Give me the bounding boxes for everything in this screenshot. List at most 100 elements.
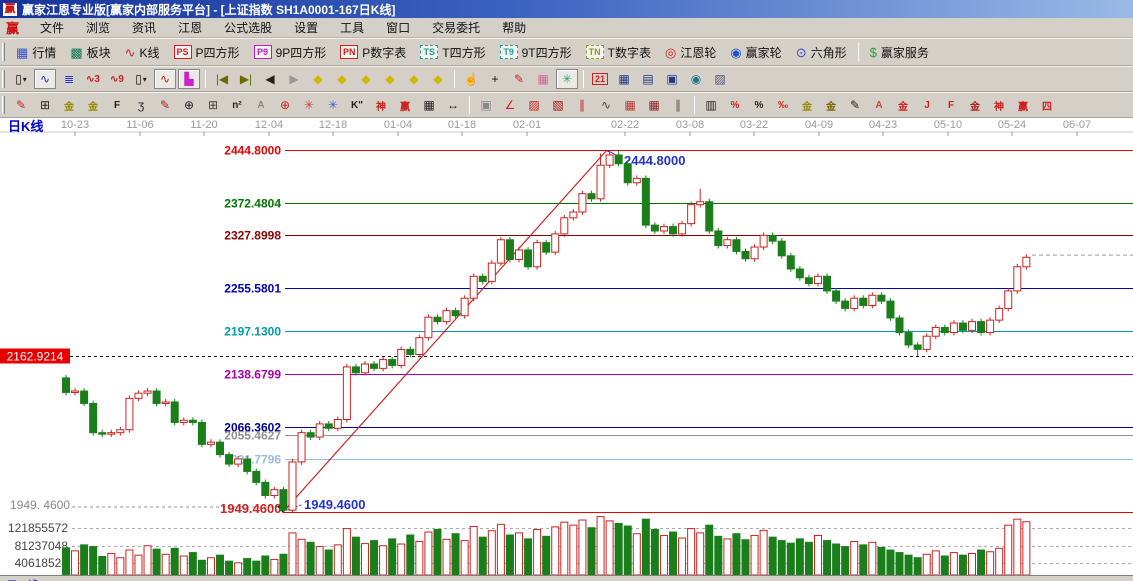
- sector-blocks-button[interactable]: ▩板块: [63, 40, 117, 64]
- 9p-square-button[interactable]: P99P四方形: [247, 40, 334, 64]
- zigzag-lines-button[interactable]: ∿: [595, 95, 617, 115]
- calculator-button[interactable]: ▦: [613, 69, 635, 89]
- pencil-tool-button[interactable]: ✎: [10, 95, 32, 115]
- gold-angle2-button[interactable]: 金: [964, 95, 986, 115]
- web-red-button[interactable]: ✳: [298, 95, 320, 115]
- menu-item-4[interactable]: 江恩: [167, 17, 213, 38]
- a-wave-button[interactable]: A: [868, 95, 890, 115]
- wave-3-button[interactable]: ∿3: [82, 69, 104, 89]
- angle-a-button[interactable]: A: [250, 95, 272, 115]
- market-quotes-button[interactable]: ▦行情: [9, 40, 63, 64]
- kline-chart-canvas[interactable]: 10-2311-0611-2012-0412-1801-0401-1802-01…: [0, 118, 1133, 575]
- zoom-reset-button[interactable]: ◆: [427, 69, 449, 89]
- winner-service-button[interactable]: $赢家服务: [863, 40, 936, 64]
- menu-item-10[interactable]: 帮助: [491, 17, 537, 38]
- percent-red-button[interactable]: %: [724, 95, 746, 115]
- 9t-square-button[interactable]: T99T四方形: [493, 40, 579, 64]
- f-angle-button[interactable]: F: [940, 95, 962, 115]
- draw-line-button[interactable]: ✎: [508, 69, 530, 89]
- fan-box-button[interactable]: ▨: [523, 95, 545, 115]
- scroll-right-button[interactable]: ▶: [283, 69, 305, 89]
- wave-9-button[interactable]: ∿9: [106, 69, 128, 89]
- j-angle-button[interactable]: J: [916, 95, 938, 115]
- menu-item-8[interactable]: 窗口: [375, 17, 421, 38]
- circle-cycle-button[interactable]: ⊕: [178, 95, 200, 115]
- export-button[interactable]: ▨: [709, 69, 731, 89]
- gold-circle-button[interactable]: 金: [796, 95, 818, 115]
- red-grid-button[interactable]: ▦: [619, 95, 641, 115]
- gann-circle-button[interactable]: ⊕: [274, 95, 296, 115]
- candle-type-dropdown[interactable]: ▯▾: [10, 69, 32, 89]
- menu-item-5[interactable]: 公式选股: [213, 17, 283, 38]
- hand-tool-button[interactable]: ☝: [460, 69, 482, 89]
- gann-wheel-button[interactable]: ◎江恩轮: [658, 40, 723, 64]
- zoom-right-button[interactable]: ◆: [331, 69, 353, 89]
- price-bars-button[interactable]: ▥: [700, 95, 722, 115]
- grid-cursor-button[interactable]: ▦: [532, 69, 554, 89]
- zoom-left-button[interactable]: ◆: [307, 69, 329, 89]
- volume-bar: [470, 526, 477, 575]
- info-list-button[interactable]: ≣: [58, 69, 80, 89]
- four-angle-button[interactable]: 四: [1036, 95, 1058, 115]
- spiral-tool-button[interactable]: ʒ: [130, 95, 152, 115]
- gold-grid2-button[interactable]: 金: [82, 95, 104, 115]
- plain-grid-button[interactable]: ⊞: [202, 95, 224, 115]
- toolbar-grip[interactable]: [2, 43, 5, 61]
- hexagon-button[interactable]: ⊙六角形: [789, 40, 854, 64]
- p-square-button[interactable]: PSP四方形: [167, 40, 247, 64]
- shen-grid-button[interactable]: 神: [370, 95, 392, 115]
- gann-fan-button[interactable]: ∠: [499, 95, 521, 115]
- t-number-table-button[interactable]: TNT数字表: [579, 40, 658, 64]
- save-button[interactable]: ▣: [661, 69, 683, 89]
- zoom-horizontal-button[interactable]: ◆: [355, 69, 377, 89]
- color-bars-button[interactable]: ▙: [178, 69, 200, 89]
- winner-wheel-button[interactable]: ◉赢家轮: [723, 40, 788, 64]
- red-grid2-button[interactable]: ▦: [643, 95, 665, 115]
- win-grid-button[interactable]: 赢: [394, 95, 416, 115]
- zoom-all-button[interactable]: ◆: [403, 69, 425, 89]
- gold-grid-button[interactable]: 金: [58, 95, 80, 115]
- box-select-button[interactable]: ▣: [475, 95, 497, 115]
- measure-width-button[interactable]: ↔: [442, 95, 464, 115]
- analysis-button[interactable]: ✳: [556, 69, 578, 89]
- calendar-button[interactable]: 21: [589, 69, 611, 89]
- zoom-both-button[interactable]: ◆: [379, 69, 401, 89]
- menu-item-1[interactable]: 文件: [29, 17, 75, 38]
- shen-angle-button[interactable]: 神: [988, 95, 1010, 115]
- kline-button[interactable]: ∿K线: [118, 40, 167, 64]
- gold-line-button[interactable]: 金: [820, 95, 842, 115]
- last-page-button[interactable]: ▶|: [235, 69, 257, 89]
- crosshair-button[interactable]: +: [484, 69, 506, 89]
- zigzag-tool-button[interactable]: ∿: [34, 69, 56, 89]
- red-zigzag-button[interactable]: ∿: [154, 69, 176, 89]
- save-history-button[interactable]: ◉: [685, 69, 707, 89]
- parallel-lines-button[interactable]: ∥: [571, 95, 593, 115]
- menu-item-3[interactable]: 资讯: [121, 17, 167, 38]
- fan-box-solid-button[interactable]: ▧: [547, 95, 569, 115]
- menu-item-9[interactable]: 交易委托: [421, 17, 491, 38]
- grid-123-button[interactable]: ▦: [418, 95, 440, 115]
- fibonacci-grid-button[interactable]: F: [106, 95, 128, 115]
- toolbar-grip[interactable]: [2, 70, 5, 88]
- pencil-grid-button[interactable]: ✎: [154, 95, 176, 115]
- slant-parallel-button[interactable]: ∥: [667, 95, 689, 115]
- gold-angle-button[interactable]: 金: [892, 95, 914, 115]
- menu-item-2[interactable]: 浏览: [75, 17, 121, 38]
- p-number-table-button[interactable]: PNP数字表: [333, 40, 413, 64]
- notes-button[interactable]: ▤: [637, 69, 659, 89]
- scroll-left-button[interactable]: ◀: [259, 69, 281, 89]
- k-mark-button[interactable]: K": [346, 95, 368, 115]
- menu-item-7[interactable]: 工具: [329, 17, 375, 38]
- win-angle-button[interactable]: 赢: [1012, 95, 1034, 115]
- percent-button[interactable]: %: [748, 95, 770, 115]
- grid-tool-button[interactable]: ⊞: [34, 95, 56, 115]
- t-square-button[interactable]: TST四方形: [413, 40, 492, 64]
- ink-pen-button[interactable]: ✎: [844, 95, 866, 115]
- first-page-button[interactable]: |◀: [211, 69, 233, 89]
- menu-item-6[interactable]: 设置: [283, 17, 329, 38]
- toolbar-grip[interactable]: [2, 96, 5, 114]
- web-blue-button[interactable]: ✳: [322, 95, 344, 115]
- permille-button[interactable]: ‰: [772, 95, 794, 115]
- n-square-button[interactable]: n²: [226, 95, 248, 115]
- hollow-candle-dropdown[interactable]: ▯▾: [130, 69, 152, 89]
